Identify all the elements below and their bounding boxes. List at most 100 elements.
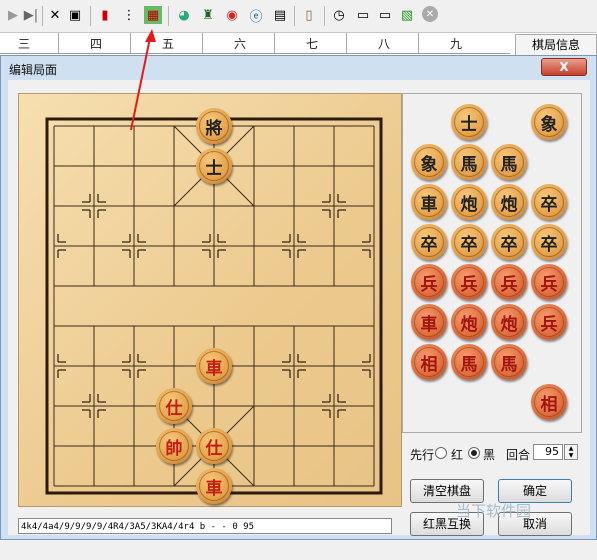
piece-label: 馬 <box>454 347 484 377</box>
palette-piece-red[interactable]: 馬 <box>491 344 527 380</box>
round-input[interactable]: 95 <box>533 444 563 460</box>
round-spinner[interactable]: ▲ ▼ <box>564 444 578 460</box>
piece-label: 卒 <box>414 227 444 257</box>
piece-label: 炮 <box>494 187 524 217</box>
palette-piece-black[interactable]: 馬 <box>451 144 487 180</box>
dialog-title: 编辑局面 <box>9 63 58 77</box>
first-icon[interactable]: ▶ <box>4 6 22 24</box>
delete-icon[interactable]: ✕ <box>46 6 64 24</box>
book-red-icon[interactable]: ▮ <box>96 6 114 24</box>
engine-icon[interactable]: ♜ <box>199 6 217 24</box>
palette-piece-black[interactable]: 象 <box>531 104 567 140</box>
palette-piece-black[interactable]: 炮 <box>451 184 487 220</box>
palette-piece-black[interactable]: 卒 <box>451 224 487 260</box>
paste-icon[interactable]: ▣ <box>66 6 84 24</box>
palette-piece-black[interactable]: 炮 <box>491 184 527 220</box>
palette-piece-black[interactable]: 卒 <box>531 184 567 220</box>
palette-piece-red[interactable]: 兵 <box>491 264 527 300</box>
palette-piece-black[interactable]: 卒 <box>491 224 527 260</box>
board-file-ruler: 三 四 五 六 七 八 九 <box>0 33 510 54</box>
file-label: 三 <box>18 37 31 51</box>
file-label: 五 <box>162 37 175 51</box>
board-piece-black[interactable]: 將 <box>196 108 232 144</box>
piece-label: 炮 <box>454 187 484 217</box>
piece-label: 兵 <box>534 267 564 297</box>
palette-piece-red[interactable]: 炮 <box>491 304 527 340</box>
piece-label: 兵 <box>414 267 444 297</box>
board-piece-red[interactable]: 車 <box>196 468 232 504</box>
radio-black[interactable] <box>468 447 480 459</box>
piece-label: 仕 <box>159 391 189 421</box>
computer-icon[interactable]: ▭ <box>354 6 372 24</box>
piece-label: 馬 <box>494 347 524 377</box>
piece-label: 兵 <box>534 307 564 337</box>
tab-game-info[interactable]: 棋局信息 <box>515 34 597 55</box>
piece-palette: 士象象馬馬車炮炮卒卒卒卒卒兵兵兵兵車炮炮兵相馬馬相 <box>402 93 582 433</box>
board-piece-red[interactable]: 帥 <box>156 428 192 464</box>
piece-label: 卒 <box>454 227 484 257</box>
file-label: 九 <box>450 37 463 51</box>
piece-label: 兵 <box>494 267 524 297</box>
end-icon[interactable]: ▶| <box>22 6 40 24</box>
piece-label: 車 <box>199 471 229 501</box>
toolbar: ▶ ▶| ✕ ▣ ▮ ⋮ ▦ ◕ ♜ ◉ ⓔ ▤ ▯ ◷ ▭ ▭ ▧ ✕ <box>0 0 597 33</box>
weibo-icon[interactable]: ◉ <box>223 6 241 24</box>
piece-label: 象 <box>414 147 444 177</box>
dialog-close-button[interactable]: X <box>541 58 587 76</box>
piece-label: 卒 <box>534 187 564 217</box>
palette-piece-red[interactable]: 相 <box>411 344 447 380</box>
palette-piece-red[interactable]: 兵 <box>531 304 567 340</box>
chart-icon[interactable]: ▧ <box>398 6 416 24</box>
piece-label: 士 <box>454 107 484 137</box>
piece-label: 帥 <box>159 431 189 461</box>
clock-icon[interactable]: ◷ <box>330 6 348 24</box>
toolbar-separator <box>324 6 325 26</box>
palette-piece-red[interactable]: 兵 <box>531 264 567 300</box>
first-move-label: 先行 <box>410 448 435 462</box>
dialog-client-area: 將士車仕帥仕車 士象象馬馬車炮炮卒卒卒卒卒兵兵兵兵車炮炮兵相馬馬相 先行 红 黑… <box>8 80 590 536</box>
board-piece-red[interactable]: 仕 <box>196 428 232 464</box>
tree-icon[interactable]: ⋮ <box>120 6 138 24</box>
radio-red[interactable] <box>435 447 447 459</box>
palette-piece-black[interactable]: 象 <box>411 144 447 180</box>
computer-icon[interactable]: ▭ <box>376 6 394 24</box>
board-piece-black[interactable]: 士 <box>196 148 232 184</box>
piece-label: 相 <box>414 347 444 377</box>
piece-label: 車 <box>414 307 444 337</box>
palette-piece-black[interactable]: 馬 <box>491 144 527 180</box>
palette-piece-red[interactable]: 炮 <box>451 304 487 340</box>
palette-piece-red[interactable]: 兵 <box>411 264 447 300</box>
palette-piece-black[interactable]: 卒 <box>411 224 447 260</box>
round-label: 回合 <box>506 448 531 462</box>
palette-piece-black[interactable]: 士 <box>451 104 487 140</box>
fen-field[interactable]: 4k4/4a4/9/9/9/9/4R4/3A5/3KA4/4r4 b - - 0… <box>18 518 392 534</box>
browser-icon[interactable]: ⓔ <box>247 6 265 25</box>
toolbar-separator <box>294 6 295 26</box>
grid-icon[interactable]: ▦ <box>144 6 162 24</box>
color-wheel-icon[interactable]: ◕ <box>175 6 193 24</box>
palette-piece-black[interactable]: 卒 <box>531 224 567 260</box>
open-book-icon[interactable]: ▯ <box>300 6 318 24</box>
xiangqi-board[interactable]: 將士車仕帥仕車 <box>18 93 402 507</box>
file-label: 八 <box>378 37 391 51</box>
piece-label: 兵 <box>454 267 484 297</box>
piece-label: 將 <box>199 111 229 141</box>
palette-piece-black[interactable]: 車 <box>411 184 447 220</box>
piece-label: 馬 <box>494 147 524 177</box>
palette-piece-red[interactable]: 相 <box>531 384 567 420</box>
radio-red-label: 红 <box>451 448 464 462</box>
piece-label: 士 <box>199 151 229 181</box>
palette-piece-red[interactable]: 車 <box>411 304 447 340</box>
piece-label: 卒 <box>494 227 524 257</box>
edit-position-dialog: 编辑局面 X 將士車仕帥仕車 士象象馬馬車炮炮卒卒卒卒卒兵兵兵兵車炮炮兵相馬馬相… <box>0 55 597 540</box>
clipboard-icon[interactable]: ▤ <box>271 6 289 24</box>
board-piece-red[interactable]: 仕 <box>156 388 192 424</box>
piece-label: 馬 <box>454 147 484 177</box>
file-label: 七 <box>306 37 319 51</box>
close-circle-icon[interactable]: ✕ <box>422 6 438 22</box>
piece-label: 仕 <box>199 431 229 461</box>
piece-label: 炮 <box>494 307 524 337</box>
palette-piece-red[interactable]: 馬 <box>451 344 487 380</box>
palette-piece-red[interactable]: 兵 <box>451 264 487 300</box>
board-piece-red[interactable]: 車 <box>196 348 232 384</box>
